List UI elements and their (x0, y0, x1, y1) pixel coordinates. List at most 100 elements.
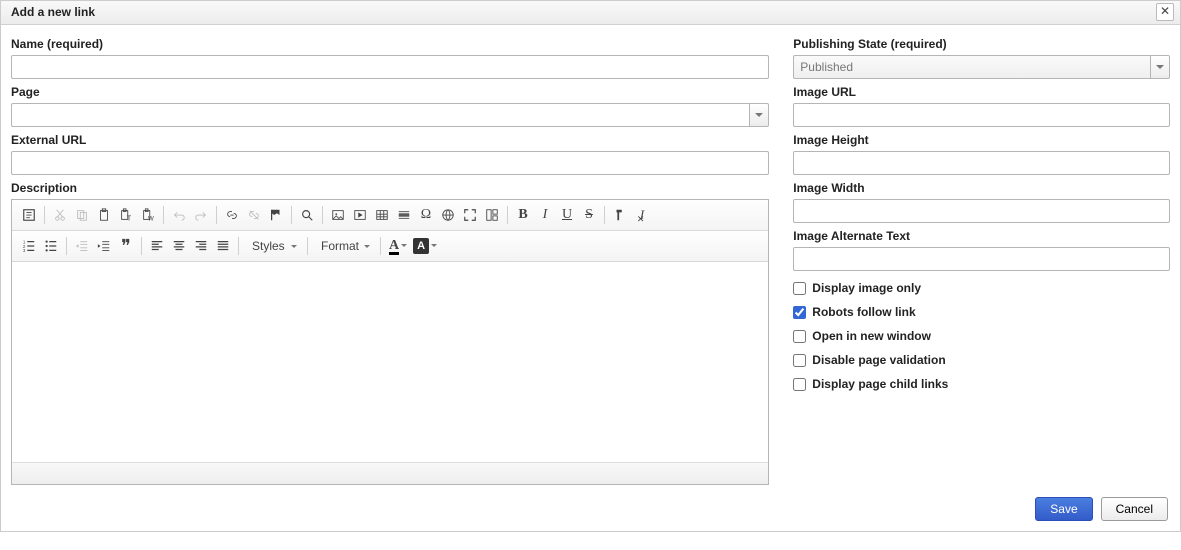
toolbar-separator (66, 237, 67, 255)
justify-button[interactable] (212, 235, 234, 257)
text-color-button[interactable]: A (385, 235, 409, 257)
editor-toolbar-row-2: 123 ❞ Styles Format (12, 231, 768, 262)
display-child-links-label: Display page child links (812, 377, 948, 391)
align-center-button[interactable] (168, 235, 190, 257)
anchor-button[interactable] (265, 204, 287, 226)
pubstate-label: Publishing State (required) (793, 37, 1170, 51)
toolbar-separator (291, 206, 292, 224)
blockquote-button[interactable]: ❞ (115, 235, 137, 257)
disable-validation-checkbox[interactable] (793, 354, 806, 367)
dialog-title: Add a new link (11, 5, 95, 19)
svg-text:3: 3 (23, 248, 26, 253)
dialog-header: Add a new link ✕ (1, 1, 1180, 25)
styles-dropdown[interactable]: Styles (243, 235, 303, 257)
image-height-label: Image Height (793, 133, 1170, 147)
toolbar-separator (238, 237, 239, 255)
toolbar-separator (307, 237, 308, 255)
redo-button[interactable] (190, 204, 212, 226)
page-select[interactable] (11, 103, 769, 127)
chevron-down-icon (291, 245, 297, 248)
styles-dropdown-label: Styles (252, 239, 285, 253)
bold-button[interactable]: B (512, 204, 534, 226)
underline-button[interactable]: U (556, 204, 578, 226)
robots-follow-checkbox[interactable] (793, 306, 806, 319)
align-left-button[interactable] (146, 235, 168, 257)
editor-content-area[interactable] (12, 262, 768, 462)
chevron-down-icon (755, 113, 763, 117)
find-button[interactable] (296, 204, 318, 226)
display-child-links-row: Display page child links (793, 377, 1170, 391)
remove-format-button[interactable]: I✕ (631, 204, 653, 226)
image-url-input[interactable] (793, 103, 1170, 127)
bullet-list-button[interactable] (40, 235, 62, 257)
chevron-down-icon (431, 244, 437, 247)
display-image-only-row: Display image only (793, 281, 1170, 295)
page-select-caret[interactable] (749, 103, 769, 127)
dialog-footer: Save Cancel (1, 489, 1180, 531)
editor-statusbar (12, 462, 768, 484)
close-button[interactable]: ✕ (1156, 3, 1174, 21)
external-url-input[interactable] (11, 151, 769, 175)
paste-button[interactable] (93, 204, 115, 226)
image-alt-input[interactable] (793, 247, 1170, 271)
svg-text:T: T (127, 215, 132, 222)
robots-follow-row: Robots follow link (793, 305, 1170, 319)
image-url-label: Image URL (793, 85, 1170, 99)
save-button[interactable]: Save (1035, 497, 1092, 521)
copy-button[interactable] (71, 204, 93, 226)
disable-validation-row: Disable page validation (793, 353, 1170, 367)
description-label: Description (11, 181, 769, 195)
paste-word-button[interactable]: W (137, 204, 159, 226)
chevron-down-icon (401, 244, 407, 247)
display-image-only-checkbox[interactable] (793, 282, 806, 295)
maximize-button[interactable] (459, 204, 481, 226)
rich-text-editor: T W Ω (11, 199, 769, 485)
pubstate-select-caret[interactable] (1150, 55, 1170, 79)
flash-button[interactable] (349, 204, 371, 226)
background-color-icon: A (413, 238, 429, 254)
display-child-links-checkbox[interactable] (793, 378, 806, 391)
dialog-body: Name (required) Page External URL Descri… (1, 25, 1180, 489)
numbered-list-button[interactable]: 123 (18, 235, 40, 257)
toolbar-separator (322, 206, 323, 224)
source-button[interactable] (18, 204, 40, 226)
table-button[interactable] (371, 204, 393, 226)
open-new-window-checkbox[interactable] (793, 330, 806, 343)
show-blocks-button[interactable] (481, 204, 503, 226)
text-color-icon: A (389, 238, 399, 254)
left-column: Name (required) Page External URL Descri… (11, 35, 769, 485)
copy-formatting-button[interactable] (609, 204, 631, 226)
page-select-input[interactable] (11, 103, 749, 127)
name-label: Name (required) (11, 37, 769, 51)
indent-button[interactable] (93, 235, 115, 257)
link-button[interactable] (221, 204, 243, 226)
toolbar-separator (141, 237, 142, 255)
external-url-label: External URL (11, 133, 769, 147)
pubstate-select-input[interactable] (793, 55, 1150, 79)
align-right-button[interactable] (190, 235, 212, 257)
right-column: Publishing State (required) Image URL Im… (793, 35, 1170, 485)
cut-button[interactable] (49, 204, 71, 226)
special-char-button[interactable]: Ω (415, 204, 437, 226)
outdent-button[interactable] (71, 235, 93, 257)
editor-toolbar-row-1: T W Ω (12, 200, 768, 231)
undo-button[interactable] (168, 204, 190, 226)
unlink-button[interactable] (243, 204, 265, 226)
horizontal-rule-button[interactable] (393, 204, 415, 226)
format-dropdown[interactable]: Format (312, 235, 376, 257)
image-height-input[interactable] (793, 151, 1170, 175)
name-input[interactable] (11, 55, 769, 79)
pubstate-select[interactable] (793, 55, 1170, 79)
cancel-button[interactable]: Cancel (1101, 497, 1168, 521)
iframe-button[interactable] (437, 204, 459, 226)
strike-button[interactable]: S (578, 204, 600, 226)
svg-text:W: W (148, 215, 154, 222)
paste-text-button[interactable]: T (115, 204, 137, 226)
add-link-dialog: Add a new link ✕ Name (required) Page Ex… (0, 0, 1181, 532)
italic-button[interactable]: I (534, 204, 556, 226)
background-color-button[interactable]: A (409, 235, 439, 257)
disable-validation-label: Disable page validation (812, 353, 945, 367)
image-button[interactable] (327, 204, 349, 226)
image-width-input[interactable] (793, 199, 1170, 223)
toolbar-separator (44, 206, 45, 224)
